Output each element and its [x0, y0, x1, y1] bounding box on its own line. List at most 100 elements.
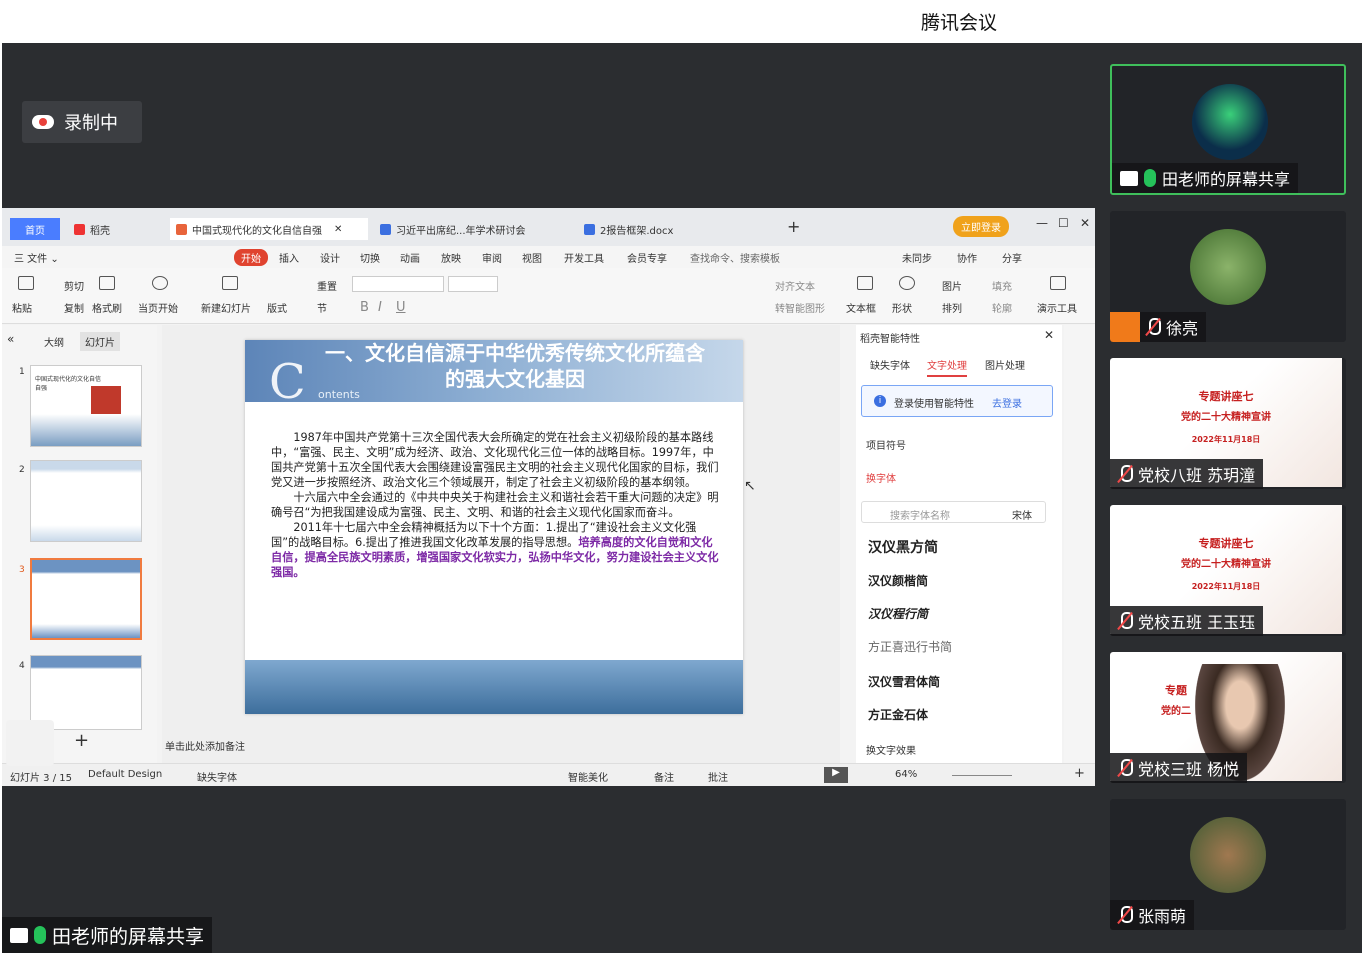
font-option[interactable]: 汉仪黑方简	[868, 537, 938, 557]
font-size-select[interactable]	[448, 276, 498, 292]
fill-button[interactable]: 填充	[992, 278, 1012, 293]
sync-status[interactable]: 未同步	[902, 250, 932, 265]
missing-font-status[interactable]: 缺失字体	[197, 769, 237, 784]
tab-docer[interactable]: 稻壳	[68, 218, 164, 240]
font-search-input[interactable]: 搜索字体名称 宋体	[861, 501, 1046, 523]
reset-button[interactable]: 重置	[317, 278, 337, 293]
add-slide-icon[interactable]: +	[74, 730, 89, 751]
participant-tile[interactable]: 田老师的屏幕共享	[1110, 64, 1346, 195]
cut-button[interactable]: 剪切	[64, 278, 84, 293]
slide-thumb-4[interactable]	[30, 655, 142, 730]
textbox-label[interactable]: 文本框	[846, 300, 876, 315]
zoom-level[interactable]: 64%	[895, 769, 917, 780]
menu-insert[interactable]: 插入	[279, 250, 299, 265]
notes-button[interactable]: 备注	[654, 769, 674, 784]
participant-tile[interactable]: 专题讲座七 党的二十大精神宣讲 2022年11月18日 党校八班 苏玥潼	[1110, 358, 1346, 489]
font-option[interactable]: 方正喜迅行书简	[868, 638, 952, 655]
tab-home[interactable]: 首页	[10, 218, 60, 240]
slides-tab[interactable]: 幻灯片	[80, 332, 120, 351]
panel-close-icon[interactable]: ✕	[1044, 328, 1054, 342]
font-name-select[interactable]	[352, 276, 444, 292]
tab-doc2[interactable]: 2报告框架.docx	[578, 218, 774, 240]
replace-font-section[interactable]: 换字体	[866, 470, 896, 485]
slide-thumb-3[interactable]	[30, 558, 142, 640]
participant-tile[interactable]: 徐亮	[1110, 211, 1346, 342]
notes-prompt[interactable]: 单击此处添加备注	[165, 738, 245, 753]
menu-start[interactable]: 开始	[234, 249, 268, 266]
current-slide[interactable]: C ontents 一、文化自信源于中华优秀传统文化所蕴含的强大文化基因 198…	[245, 340, 743, 714]
participant-tile[interactable]: 专题讲座七 党的二十大精神宣讲 2022年11月18日 党校五班 王玉珏	[1110, 505, 1346, 636]
paste-icon[interactable]	[18, 276, 34, 290]
format-painter-label[interactable]: 格式刷	[92, 300, 122, 315]
tab-ppt-active[interactable]: 中国式现代化的文化自信自强 ✕	[170, 218, 368, 240]
new-tab-icon[interactable]: +	[787, 217, 800, 236]
italic-icon[interactable]: I	[378, 300, 382, 315]
zoom-slider[interactable]	[952, 775, 1012, 776]
arrange-button[interactable]: 排列	[942, 300, 962, 315]
item-symbol-section[interactable]: 项目符号	[866, 437, 906, 452]
shape-icon[interactable]	[899, 276, 915, 290]
maximize-icon[interactable]: ☐	[1058, 216, 1069, 230]
paste-label[interactable]: 粘贴	[12, 300, 32, 315]
font-option[interactable]: 汉仪颜楷简	[868, 572, 928, 589]
participant-tile[interactable]: 张雨萌	[1110, 799, 1346, 930]
menu-transition[interactable]: 切换	[360, 250, 380, 265]
close-icon[interactable]: ✕	[334, 224, 342, 235]
picture-button[interactable]: 图片	[942, 278, 962, 293]
present-tool-label[interactable]: 演示工具	[1037, 300, 1077, 315]
font-option[interactable]: 汉仪雪君体简	[868, 673, 940, 690]
menu-review[interactable]: 审阅	[482, 250, 502, 265]
login-button[interactable]: 立即登录	[953, 216, 1009, 237]
new-slide-icon[interactable]	[222, 276, 238, 290]
collab-button[interactable]: 协作	[957, 250, 977, 265]
menu-design[interactable]: 设计	[320, 250, 340, 265]
underline-icon[interactable]: U	[396, 300, 406, 315]
comment-button[interactable]: 批注	[708, 769, 728, 784]
share-button[interactable]: 分享	[1002, 250, 1022, 265]
outline-button[interactable]: 轮廓	[992, 300, 1012, 315]
mic-muted-icon	[1118, 906, 1133, 924]
align-text-button[interactable]: 对齐文本	[775, 278, 815, 293]
play-label[interactable]: 当页开始	[138, 300, 178, 315]
menu-view[interactable]: 视图	[522, 250, 542, 265]
shape-label[interactable]: 形状	[892, 300, 912, 315]
tab-missing-font[interactable]: 缺失字体	[870, 357, 910, 372]
close-window-icon[interactable]: ✕	[1080, 216, 1090, 230]
menu-slideshow[interactable]: 放映	[441, 250, 461, 265]
menu-list-icon[interactable]	[6, 720, 54, 766]
tab-text-process[interactable]: 文字处理	[927, 357, 967, 377]
recording-indicator[interactable]: 录制中	[22, 101, 142, 143]
play-icon[interactable]	[152, 276, 168, 290]
new-slide-label[interactable]: 新建幻灯片	[201, 300, 251, 315]
font-option[interactable]: 方正金石体	[868, 706, 928, 723]
slide-thumb-2[interactable]	[30, 460, 142, 542]
slide-thumb-1[interactable]: 中国式现代化的文化自信自强	[30, 365, 142, 447]
copy-button[interactable]: 复制	[64, 300, 84, 315]
minimize-icon[interactable]: —	[1036, 216, 1048, 230]
search-command[interactable]: 查找命令、搜索模板	[690, 250, 780, 265]
collapse-icon[interactable]: «	[7, 332, 14, 346]
text-effect-section[interactable]: 换文字效果	[866, 742, 916, 757]
font-default[interactable]: 宋体	[1012, 507, 1032, 522]
tab-doc1[interactable]: 习近平出席纪...年学术研讨会	[374, 218, 572, 240]
play-slideshow-icon[interactable]: ▶	[824, 767, 848, 783]
font-option[interactable]: 汉仪程行简	[868, 605, 928, 622]
menu-dev[interactable]: 开发工具	[564, 250, 604, 265]
zoom-in-icon[interactable]: +	[1074, 766, 1085, 781]
menu-member[interactable]: 会员专享	[627, 250, 667, 265]
bold-icon[interactable]: B	[360, 300, 369, 315]
menu-animation[interactable]: 动画	[400, 250, 420, 265]
section-button[interactable]: 节	[317, 300, 327, 315]
beautify-button[interactable]: 智能美化	[568, 769, 608, 784]
textbox-icon[interactable]	[857, 276, 873, 290]
login-link[interactable]: 去登录	[992, 395, 1022, 410]
tab-image-process[interactable]: 图片处理	[985, 357, 1025, 372]
menu-file[interactable]: 三 文件 ⌄	[14, 250, 59, 265]
present-tool-icon[interactable]	[1050, 276, 1066, 290]
format-painter-icon[interactable]	[99, 276, 115, 290]
outline-tab[interactable]: 大纲	[44, 334, 64, 349]
smartart-button[interactable]: 转智能图形	[775, 300, 825, 315]
layout-label[interactable]: 版式	[267, 300, 287, 315]
participant-tile[interactable]: 专题 党的二 党校三班 杨悦	[1110, 652, 1346, 783]
mic-muted-icon	[1146, 318, 1161, 336]
